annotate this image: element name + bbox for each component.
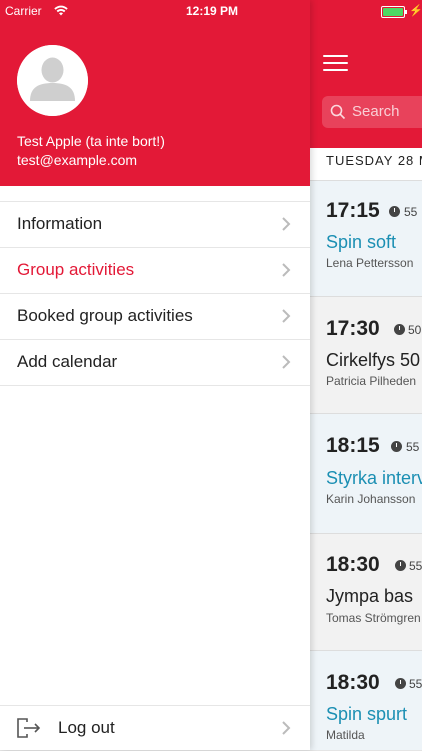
drawer-menu: Information Group activities Booked grou… (0, 201, 310, 386)
activity-row[interactable]: 18:15 55 Styrka interv Karin Johansson (310, 414, 422, 534)
menu-item-add-calendar[interactable]: Add calendar (0, 339, 310, 386)
activity-instructor: Patricia Pilheden (326, 374, 417, 388)
chevron-right-icon (282, 263, 291, 277)
activity-title: Spin soft (326, 232, 397, 252)
chevron-right-icon (282, 721, 291, 735)
clock-icon (391, 441, 402, 452)
activity-instructor: Tomas Strömgren (326, 611, 421, 625)
activity-instructor: Lena Pettersson (326, 256, 414, 270)
activity-duration: 55 (409, 559, 422, 573)
user-icon (17, 45, 88, 116)
avatar[interactable] (17, 45, 88, 116)
clock-icon (389, 206, 400, 217)
activity-duration: 55 (404, 205, 418, 219)
status-bar: Carrier 12:19 PM ⚡ (0, 0, 422, 22)
activity-duration: 50 (408, 323, 422, 337)
activity-row[interactable]: 17:30 50 Cirkelfys 50 Patricia Pilheden (310, 297, 422, 414)
user-name: Test Apple (ta inte bort!) (17, 133, 165, 149)
activity-row[interactable]: 18:30 55 Spin spurt Matilda (310, 651, 422, 750)
main-header: Search (310, 0, 422, 148)
profile-header: Test Apple (ta inte bort!) test@example.… (0, 0, 310, 186)
menu-item-label: Add calendar (17, 352, 118, 371)
wifi-icon (54, 5, 68, 16)
hamburger-menu-icon[interactable] (323, 55, 348, 72)
activity-instructor: Matilda (326, 728, 365, 742)
activity-title: Cirkelfys 50 (326, 350, 421, 370)
side-drawer: Test Apple (ta inte bort!) test@example.… (0, 0, 310, 750)
main-screen: Search TUESDAY 28 M 17:15 55 Spin soft L… (310, 0, 422, 750)
logout-icon (17, 718, 41, 738)
activity-row[interactable]: 17:15 55 Spin soft Lena Pettersson (310, 181, 422, 297)
activity-time: 18:15 (326, 434, 380, 457)
search-input[interactable]: Search (322, 96, 422, 128)
chevron-right-icon (282, 355, 291, 369)
logout-label: Log out (58, 718, 115, 737)
search-placeholder: Search (352, 103, 400, 120)
activity-title: Styrka interv (326, 468, 422, 488)
chevron-right-icon (282, 217, 291, 231)
user-email: test@example.com (17, 152, 138, 168)
charging-icon: ⚡ (409, 5, 422, 17)
activity-title: Jympa bas (326, 586, 414, 606)
date-label: TUESDAY 28 M (326, 153, 422, 168)
activity-time: 18:30 (326, 671, 380, 694)
logout-button[interactable]: Log out (0, 705, 310, 751)
activity-row[interactable]: 18:30 55 Jympa bas Tomas Strömgren (310, 534, 422, 651)
menu-item-label: Group activities (17, 260, 135, 279)
carrier-label: Carrier (5, 4, 42, 18)
activity-title: Spin spurt (326, 704, 408, 724)
clock-icon (395, 678, 406, 689)
status-time: 12:19 PM (186, 4, 239, 18)
battery-icon (381, 6, 407, 18)
menu-item-booked-group-activities[interactable]: Booked group activities (0, 293, 310, 339)
menu-item-label: Information (17, 214, 103, 233)
clock-icon (395, 560, 406, 571)
clock-icon (394, 324, 405, 335)
menu-item-group-activities[interactable]: Group activities (0, 247, 310, 293)
menu-item-information[interactable]: Information (0, 201, 310, 247)
activity-duration: 55 (409, 677, 422, 691)
activity-duration: 55 (406, 440, 420, 454)
search-icon (330, 104, 346, 120)
menu-item-label: Booked group activities (17, 306, 193, 325)
activity-time: 18:30 (326, 553, 380, 576)
activity-time: 17:15 (326, 199, 380, 222)
date-header: TUESDAY 28 M (310, 148, 422, 181)
activity-instructor: Karin Johansson (326, 492, 416, 506)
activity-time: 17:30 (326, 317, 380, 340)
chevron-right-icon (282, 309, 291, 323)
